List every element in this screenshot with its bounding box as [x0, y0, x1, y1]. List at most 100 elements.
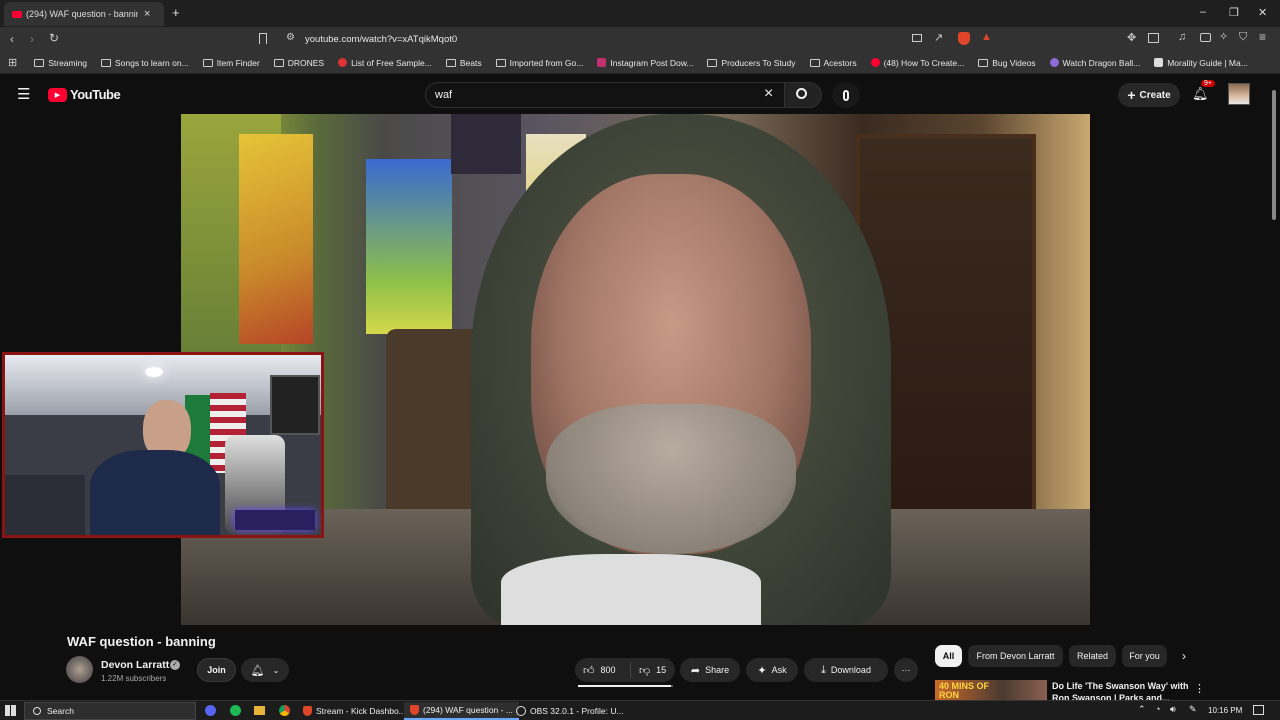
chip-from-channel[interactable]: From Devon Larratt — [968, 645, 1063, 667]
clear-search-icon[interactable]: × — [764, 85, 773, 103]
clock[interactable]: 10:16 PM — [1208, 706, 1242, 715]
pen-icon[interactable]: ✎ — [1189, 704, 1197, 715]
dislike-button[interactable]: 👎︎ 15 — [631, 664, 666, 677]
search-box[interactable]: waf × — [425, 82, 788, 108]
taskbar-item-label: Stream - Kick Dashbo... — [316, 706, 406, 716]
volume-icon[interactable]: 🔊︎ — [1170, 704, 1176, 715]
rewards-icon[interactable]: ▲ — [981, 31, 992, 43]
network-icon[interactable]: ◔ — [1155, 704, 1160, 714]
leo-ai-icon[interactable]: ✧ — [1219, 30, 1228, 43]
bookmark-free-samples[interactable]: List of Free Sample... — [331, 58, 439, 68]
bookmark-bug-videos[interactable]: Bug Videos — [971, 58, 1042, 68]
reload-icon[interactable]: ↻ — [49, 31, 59, 45]
video-frame-painting-top — [451, 114, 521, 174]
notifications-button[interactable]: 🔔︎ 9+ — [1192, 80, 1215, 103]
minimize-icon[interactable]: – — [1200, 6, 1206, 18]
close-window-icon[interactable]: ✕ — [1258, 6, 1267, 19]
bookmark-label: Producers To Study — [721, 57, 796, 68]
hamburger-menu-icon[interactable]: ☰ — [17, 85, 30, 103]
search-button[interactable] — [784, 82, 822, 108]
create-button[interactable]: + Create — [1118, 83, 1180, 107]
start-icon[interactable] — [5, 705, 16, 716]
bookmark-morality-guide[interactable]: Morality Guide | Ma... — [1147, 58, 1255, 68]
wallet-icon[interactable] — [1200, 33, 1211, 42]
folder-icon — [100, 58, 111, 67]
taskbar-item-youtube[interactable]: (294) WAF question - ... — [404, 702, 519, 720]
notification-center-icon[interactable] — [1253, 705, 1264, 715]
extensions-icon[interactable]: ✥ — [1127, 31, 1136, 44]
subscribe-bell-button[interactable]: 🔔︎ ⌄ — [241, 658, 289, 682]
bookmark-acestors[interactable]: Acestors — [803, 58, 864, 68]
bookmark-imported[interactable]: Imported from Go... — [489, 58, 591, 68]
spotify-icon[interactable] — [230, 705, 241, 716]
share-page-icon[interactable]: ↗ — [934, 31, 943, 44]
taskbar-search[interactable]: Search — [24, 702, 196, 720]
apps-grid-icon[interactable]: ⊞ — [8, 56, 17, 69]
more-actions-button[interactable]: ⋯ — [894, 658, 918, 682]
chip-related[interactable]: Related — [1069, 645, 1116, 667]
chip-all[interactable]: All — [935, 645, 962, 667]
ask-button[interactable]: ✦ Ask — [746, 658, 798, 682]
menu-icon[interactable]: ≡ — [1259, 30, 1266, 44]
like-count: 800 — [600, 665, 616, 675]
recommendation-title-2[interactable]: Ron Swanson | Parks and... — [1052, 693, 1170, 700]
download-label: Download — [830, 665, 871, 675]
cast-icon[interactable] — [912, 34, 922, 42]
join-button[interactable]: Join — [197, 658, 236, 682]
bookmark-streaming[interactable]: Streaming — [27, 58, 94, 68]
forward-icon[interactable]: › — [30, 32, 34, 46]
browser-tab-active[interactable]: (294) WAF question - banning × — [4, 2, 164, 26]
chevron-right-icon[interactable]: › — [1182, 649, 1186, 663]
vpn-icon[interactable]: ⛉ — [1239, 31, 1247, 44]
bookmark-icon[interactable] — [259, 33, 267, 44]
discord-icon[interactable] — [205, 705, 216, 716]
thumbs-down-icon: 👎︎ — [639, 664, 651, 677]
bookmark-label: (48) How To Create... — [883, 57, 965, 68]
recommendation-title[interactable]: Do Life 'The Swanson Way' with — [1052, 681, 1188, 691]
bookmark-label: Beats — [459, 57, 482, 68]
channel-name[interactable]: Devon Larratt — [101, 659, 169, 671]
back-icon[interactable]: ‹ — [10, 32, 14, 46]
youtube-logo[interactable]: ▶ YouTube — [48, 87, 121, 102]
close-tab-icon[interactable]: × — [144, 8, 150, 20]
bookmark-songs[interactable]: Songs to learn on... — [94, 58, 196, 68]
url-field[interactable]: youtube.com/watch?v=xATqikMqot0 — [305, 34, 457, 45]
folder-icon — [707, 58, 718, 67]
recommendation-thumbnail[interactable]: 40 MINS OF RON — [935, 680, 1047, 700]
brave-shield-icon[interactable] — [958, 32, 970, 45]
restore-icon[interactable]: ❐ — [1229, 6, 1239, 19]
recommendation-menu-icon[interactable]: ⋮ — [1194, 682, 1205, 695]
youtube-masthead: ☰ ▶ YouTube waf × + Create 🔔︎ 9+ — [0, 75, 1280, 115]
bookmark-beats[interactable]: Beats — [439, 58, 489, 68]
tray-chevron-icon[interactable]: ⌃ — [1138, 704, 1146, 715]
taskbar-item-kick[interactable]: Stream - Kick Dashbo... — [297, 702, 412, 720]
site-info-icon[interactable]: ⚙ — [286, 32, 295, 43]
like-button[interactable]: 👍︎ 800 — [575, 662, 631, 678]
share-button[interactable]: ➦ Share — [680, 658, 740, 682]
chrome-icon[interactable] — [279, 705, 290, 716]
music-icon[interactable]: ♫ — [1178, 31, 1186, 43]
search-input[interactable]: waf — [435, 89, 452, 101]
avatar[interactable] — [1228, 83, 1250, 105]
download-button[interactable]: ⤓ Download — [804, 658, 888, 682]
download-icon: ⤓ — [821, 663, 826, 676]
new-tab-button[interactable]: + — [172, 5, 180, 20]
channel-avatar[interactable] — [66, 656, 93, 683]
page-scrollbar[interactable] — [1272, 90, 1276, 220]
bookmark-label: Bug Videos — [992, 57, 1036, 68]
voice-search-button[interactable] — [832, 82, 860, 108]
bookmark-how-to-create[interactable]: (48) How To Create... — [864, 58, 972, 68]
chip-label: All — [942, 651, 955, 661]
bookmark-dragon-ball[interactable]: Watch Dragon Ball... — [1043, 58, 1148, 68]
chip-for-you[interactable]: For you — [1122, 645, 1167, 667]
bookmark-producers[interactable]: Producers To Study — [700, 58, 802, 68]
bookmark-drones[interactable]: DRONES — [267, 58, 331, 68]
webcam-person-body — [90, 450, 220, 535]
youtube-wordmark: YouTube — [70, 87, 121, 102]
bookmark-instagram[interactable]: Instagram Post Dow... — [590, 58, 700, 68]
bookmark-item-finder[interactable]: Item Finder — [196, 58, 267, 68]
taskbar-item-obs[interactable]: OBS 32.0.1 - Profile: U... — [510, 702, 630, 720]
file-explorer-icon[interactable] — [254, 706, 265, 715]
sidebar-icon[interactable] — [1148, 33, 1159, 43]
webcam-overlay — [2, 352, 324, 538]
